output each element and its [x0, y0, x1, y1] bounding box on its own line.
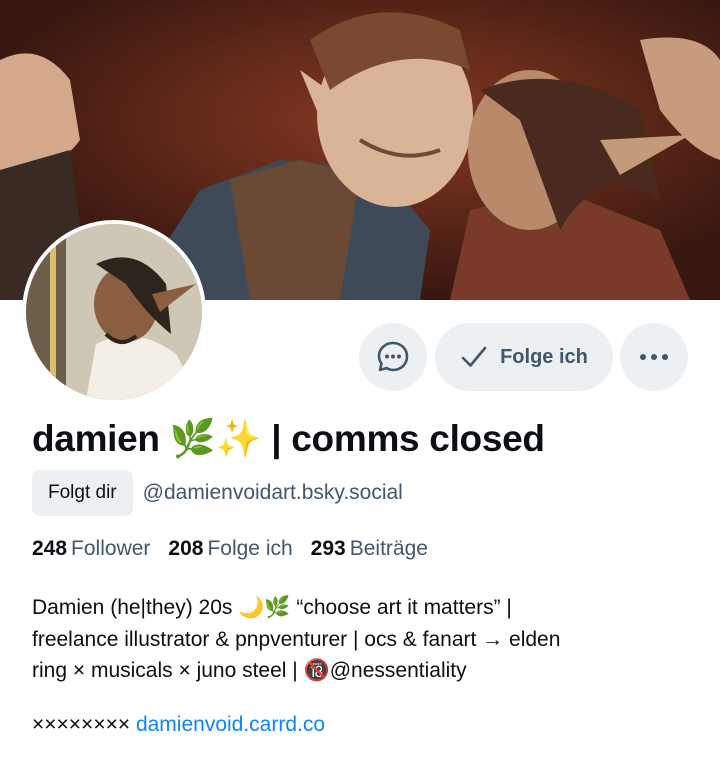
- follows-you-badge: Folgt dir: [32, 470, 133, 516]
- bio-link-prefix: ××××××××: [32, 713, 131, 736]
- chat-bubble-icon: [377, 341, 409, 372]
- more-options-button[interactable]: [620, 323, 688, 391]
- display-name: damien 🌿✨ | comms closed: [32, 418, 545, 459]
- posts-stat: 293 Beiträge: [311, 537, 428, 561]
- posts-label: Beiträge: [349, 537, 428, 560]
- posts-count: 293: [310, 537, 346, 560]
- followers-label: Follower: [71, 537, 151, 560]
- bio-line-1: Damien (he|they) 20s 🌙🌿 “choose art it m…: [32, 596, 512, 619]
- following-label: Folge ich: [207, 537, 293, 560]
- following-button-label: Folge ich: [500, 345, 588, 368]
- profile-stats: 248 Follower 208 Folge ich 293 Beiträge: [32, 537, 428, 561]
- bio-mention-link[interactable]: 🔞@nessentiality: [304, 659, 467, 682]
- bio-line-3-text: ring × musicals × juno steel |: [32, 659, 304, 682]
- ellipsis-icon: [640, 354, 668, 360]
- message-button[interactable]: [359, 323, 427, 391]
- profile-actions: Folge ich: [0, 323, 720, 391]
- website-link[interactable]: damienvoid.carrd.co: [136, 713, 325, 736]
- following-button[interactable]: Folge ich: [435, 323, 613, 391]
- checkmark-icon: [461, 346, 487, 367]
- bio-line-3: ring × musicals × juno steel | 🔞@nessent…: [32, 655, 702, 687]
- following-count: 208: [168, 537, 204, 560]
- bio-line-2: freelance illustrator & pnpventurer | oc…: [32, 627, 561, 651]
- bio-link-line: ×××××××× damienvoid.carrd.co: [32, 713, 325, 737]
- followers-stat[interactable]: 248 Follower: [32, 537, 150, 561]
- profile-bio: Damien (he|they) 20s 🌙🌿 “choose art it m…: [32, 592, 702, 687]
- handle-row: Folgt dir @damienvoidart.bsky.social: [32, 470, 403, 516]
- followers-count: 248: [32, 537, 68, 560]
- following-stat[interactable]: 208 Folge ich: [168, 537, 292, 561]
- user-handle: @damienvoidart.bsky.social: [142, 481, 403, 504]
